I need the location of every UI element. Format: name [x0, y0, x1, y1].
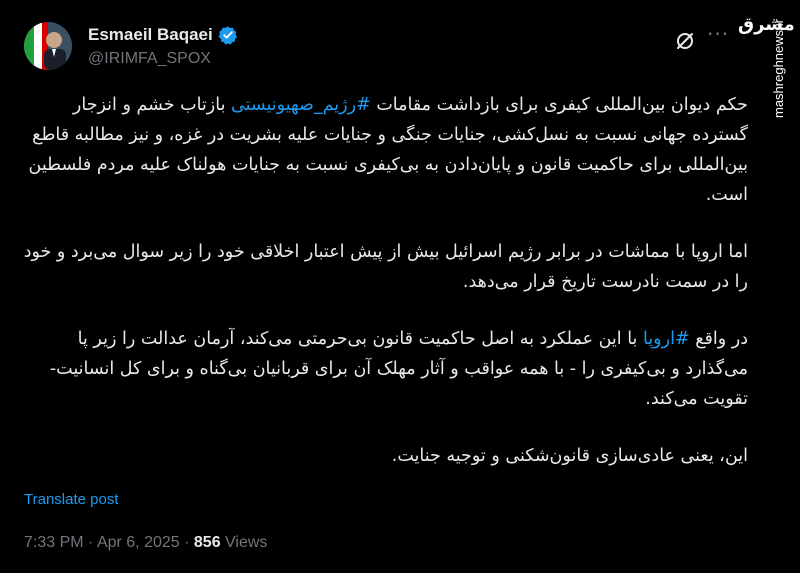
post-date[interactable]: Apr 6, 2025: [97, 534, 180, 551]
hashtag-link[interactable]: #اروپا: [643, 329, 690, 349]
views-count: 856: [193, 534, 221, 551]
more-options-icon[interactable]: ···: [707, 24, 729, 44]
author-handle[interactable]: @IRIMFA_SPOX: [88, 50, 211, 68]
author-name[interactable]: Esmaeil Baqaei: [88, 25, 213, 45]
verified-badge-icon: [218, 25, 238, 45]
post-meta: 7:33 PM · Apr 6, 2025 · 856 Views: [24, 534, 268, 551]
tweet-paragraph-3: در واقع #اروپا با این عملکرد به اصل حاکم…: [49, 329, 748, 409]
hashtag-link[interactable]: #رژیم_صهیونیستی: [231, 95, 371, 115]
tweet-paragraph-2: اما اروپا با مماشات در برابر رژیم اسرائی…: [23, 242, 748, 292]
watermark-site: mashreghnews.ir: [771, 19, 786, 118]
author-row: Esmaeil Baqaei: [88, 25, 238, 45]
tweet-text: حکم دیوان بین‌المللی کیفری برای بازداشت …: [20, 90, 748, 498]
tweet-paragraph-1: حکم دیوان بین‌المللی کیفری برای بازداشت …: [28, 95, 748, 205]
views-label: Views: [220, 534, 268, 551]
grok-icon[interactable]: [674, 30, 696, 52]
tweet-paragraph-4: این، یعنی عادی‌سازی قانون‌شکنی و توجیه ج…: [391, 446, 748, 466]
watermark-logo: مشرق: [738, 14, 795, 35]
post-time[interactable]: 7:33 PM: [24, 534, 84, 551]
translate-post-link[interactable]: Translate post: [24, 491, 119, 508]
avatar[interactable]: [24, 22, 72, 70]
